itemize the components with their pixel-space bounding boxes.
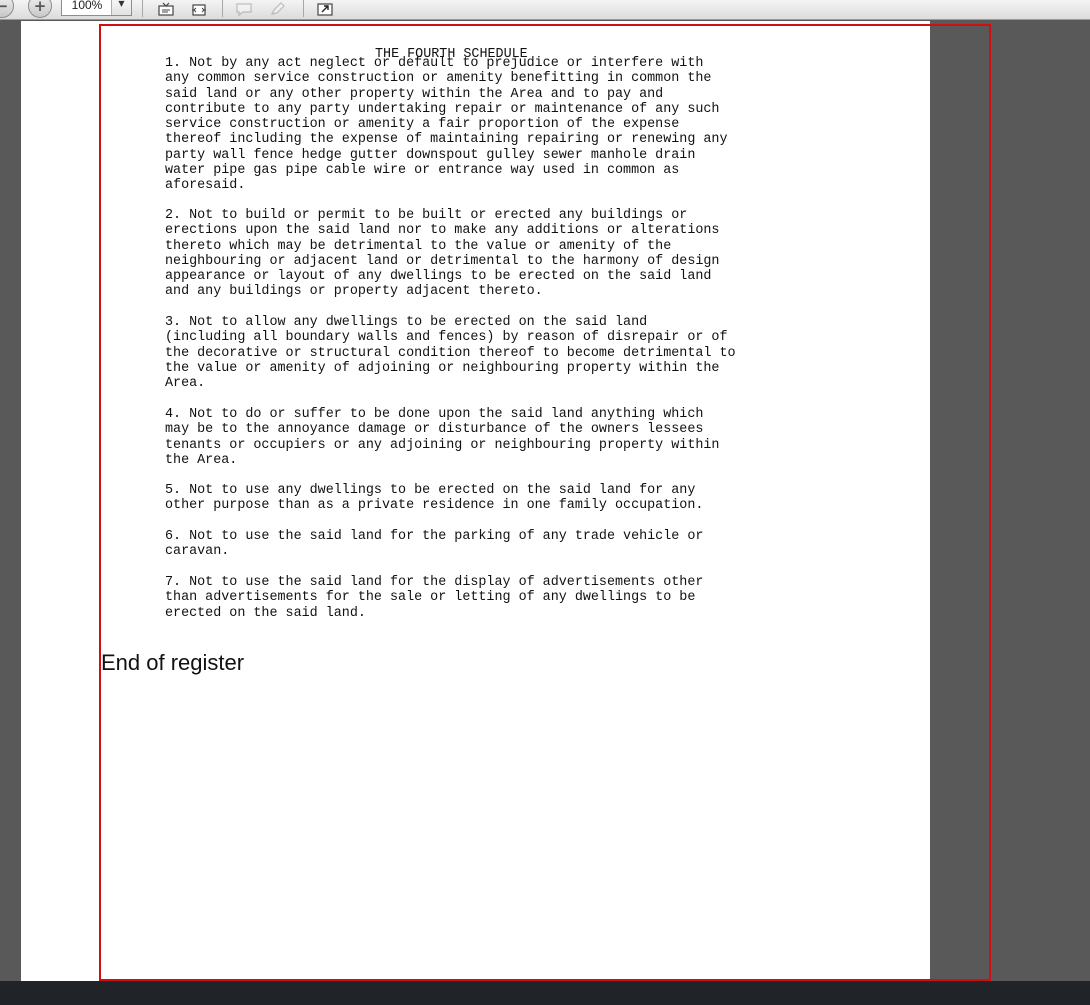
comment-button[interactable] [233, 0, 255, 17]
zoom-value[interactable]: 100% [62, 0, 112, 12]
markup-button[interactable] [267, 0, 289, 17]
viewer-toolbar: − + 100% ▼ [0, 0, 1090, 20]
document-viewport[interactable]: THE FOURTH SCHEDULE 1. Not by any act ne… [0, 21, 1090, 981]
toolbar-separator [222, 0, 223, 17]
zoom-select[interactable]: 100% ▼ [61, 0, 132, 16]
clause-6: 6. Not to use the said land for the park… [165, 529, 704, 560]
clause-2: 2. Not to build or permit to be built or… [165, 208, 720, 300]
clause-1: 1. Not by any act neglect or default to … [165, 56, 728, 194]
clause-3: 3. Not to allow any dwellings to be erec… [165, 315, 736, 392]
comment-icon [236, 2, 252, 16]
zoom-out-button[interactable]: − [0, 0, 14, 18]
markup-icon [270, 1, 285, 15]
fit-page-button[interactable] [155, 0, 177, 17]
document-page: THE FOURTH SCHEDULE 1. Not by any act ne… [21, 21, 930, 981]
clause-4: 4. Not to do or suffer to be done upon t… [165, 407, 720, 468]
clause-7: 7. Not to use the said land for the disp… [165, 575, 704, 621]
fit-width-icon [192, 3, 206, 16]
expand-button[interactable] [314, 0, 336, 17]
toolbar-separator [142, 0, 143, 17]
zoom-in-button[interactable]: + [28, 0, 52, 18]
clause-5: 5. Not to use any dwellings to be erecte… [165, 483, 704, 514]
expand-icon [317, 2, 333, 16]
status-bar [0, 981, 1090, 1005]
zoom-dropdown-button[interactable]: ▼ [111, 0, 131, 15]
zoom-out-icon: − [0, 0, 9, 15]
toolbar-separator [303, 0, 304, 17]
fit-width-button[interactable] [188, 0, 210, 17]
end-of-register-text: End of register [101, 650, 245, 675]
chevron-down-icon: ▼ [118, 0, 125, 8]
zoom-in-icon: + [33, 0, 47, 15]
fit-page-icon [158, 2, 174, 16]
